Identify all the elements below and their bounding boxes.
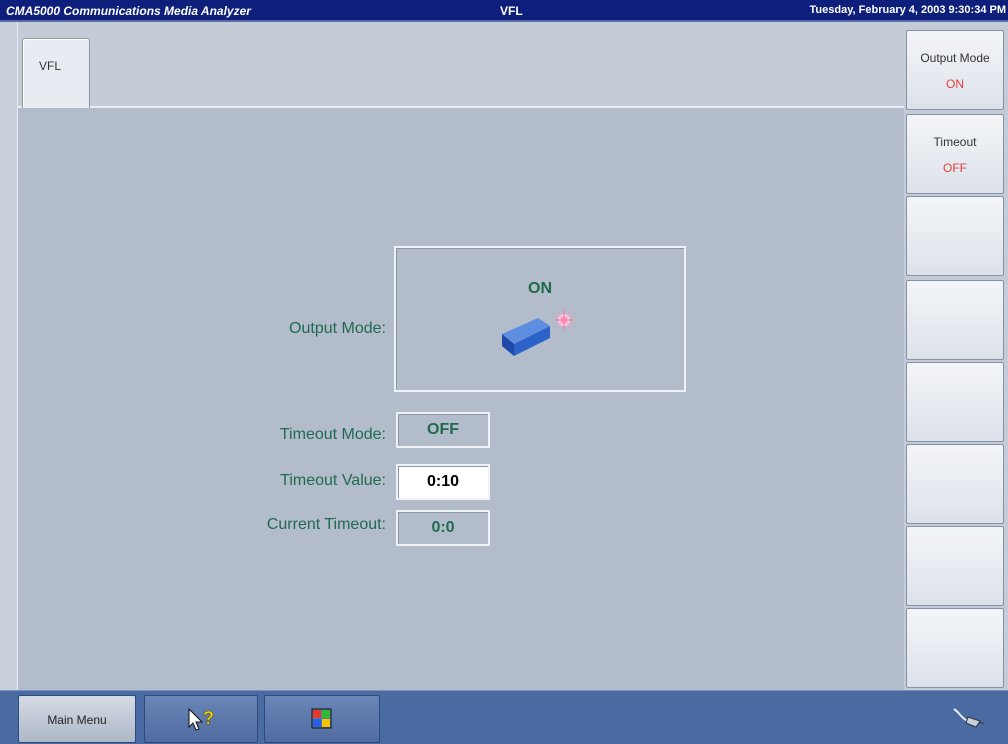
vfl-panel: Output Mode: ON Timeout Mode: OFF Timeou… — [18, 108, 904, 690]
datetime-display: Tuesday, February 4, 2003 9:30:34 PM — [809, 4, 1006, 16]
title-bar: CMA5000 Communications Media Analyzer VF… — [0, 0, 1008, 22]
screen-title: VFL — [500, 4, 523, 18]
softkey-7[interactable] — [906, 526, 1004, 606]
cable-plug-icon — [953, 708, 985, 728]
timeout-softkey[interactable]: Timeout OFF — [906, 114, 1004, 194]
laser-on-icon — [502, 310, 574, 356]
softkey-6[interactable] — [906, 444, 1004, 524]
softkey-4[interactable] — [906, 280, 1004, 360]
bottom-bar: Main Menu ? — [0, 690, 1008, 744]
windows-button[interactable] — [264, 695, 380, 743]
left-edge — [0, 22, 18, 690]
timeout-mode-field: OFF — [396, 412, 490, 448]
main-menu-button[interactable]: Main Menu — [18, 695, 136, 743]
softkey-3[interactable] — [906, 196, 1004, 276]
output-mode-value: ON — [528, 280, 552, 297]
softkey-value: OFF — [943, 161, 967, 175]
output-mode-display: ON — [394, 246, 686, 392]
pointer-help-icon: ? — [188, 708, 214, 731]
timeout-value-label: Timeout Value: — [280, 472, 386, 489]
current-timeout-field: 0:0 — [396, 510, 490, 546]
softkey-label: Timeout — [933, 135, 977, 149]
windows-flag-icon — [311, 708, 332, 729]
timeout-mode-label: Timeout Mode: — [279, 426, 386, 443]
output-mode-softkey[interactable]: Output Mode ON — [906, 30, 1004, 110]
current-timeout-label: Current Timeout: — [266, 516, 386, 533]
timeout-value-field[interactable]: 0:10 — [396, 464, 490, 500]
softkey-5[interactable] — [906, 362, 1004, 442]
softkey-value: ON — [946, 77, 964, 91]
tab-strip: VFL — [18, 22, 904, 108]
tab-vfl[interactable]: VFL — [22, 38, 90, 108]
output-mode-label: Output Mode: — [289, 320, 386, 337]
svg-text:?: ? — [203, 708, 214, 728]
main-menu-label: Main Menu — [47, 713, 107, 727]
help-button[interactable]: ? — [144, 695, 258, 743]
app-title: CMA5000 Communications Media Analyzer — [6, 4, 251, 18]
softkey-8[interactable] — [906, 608, 1004, 688]
softkey-column: Output Mode ON Timeout OFF — [904, 22, 1008, 690]
softkey-label: Output Mode — [920, 51, 990, 65]
